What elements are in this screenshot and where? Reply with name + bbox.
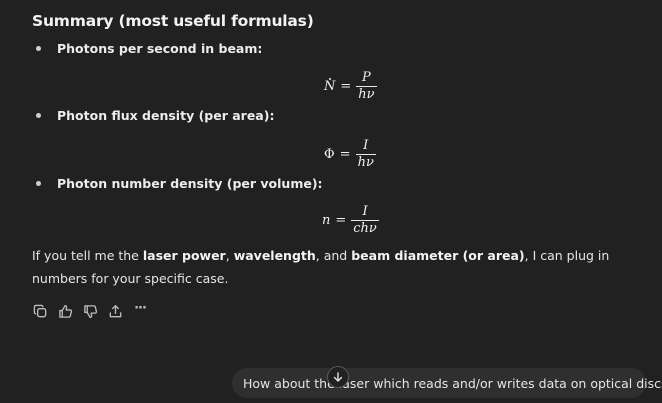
formula-equals: = [340, 78, 352, 94]
bullet-number-density: Photon number density (per volume): [36, 176, 323, 191]
thumbs-down-button[interactable] [81, 302, 99, 320]
thumbs-up-button[interactable] [56, 302, 74, 320]
fraction: I chν [351, 204, 379, 236]
fraction-numerator: I [363, 138, 369, 153]
formula-number-density: n = I chν [322, 204, 379, 236]
followup-paragraph: If you tell me the laser power, waveleng… [32, 244, 642, 290]
share-icon [109, 304, 121, 317]
followup-bold-wavelength: wavelength [233, 248, 316, 263]
chat-response: Summary (most useful formulas) Photons p… [0, 0, 662, 403]
message-actions: ··· [31, 300, 149, 320]
thumbs-down-icon [83, 304, 97, 318]
suggestion-chip[interactable]: How about the laser which reads and/or w… [232, 368, 662, 398]
formula-equals: = [339, 146, 351, 162]
fraction: P hν [356, 70, 377, 102]
bullet-label: Photon number density (per volume): [57, 176, 323, 191]
more-icon: ··· [134, 300, 147, 316]
arrow-down-icon [333, 372, 343, 382]
bullet-dot [36, 113, 41, 118]
formula-lhs: N [324, 78, 336, 94]
bullet-label: Photon flux density (per area): [57, 108, 275, 123]
fraction-denominator: hν [357, 155, 374, 170]
formula-lhs: Φ [324, 146, 335, 162]
formula-flux-density: Φ = I hν [324, 138, 376, 170]
copy-button[interactable] [31, 302, 49, 320]
bullet-dot [36, 181, 41, 186]
followup-bold-diameter: beam diameter (or area) [351, 248, 525, 263]
bullet-photons-per-second: Photons per second in beam: [36, 41, 262, 56]
bullet-label: Photons per second in beam: [57, 41, 263, 56]
formula-lhs: n [322, 212, 331, 228]
scroll-to-bottom-button[interactable] [327, 366, 349, 388]
thumbs-up-icon [58, 304, 72, 318]
formula-equals: = [335, 212, 347, 228]
more-button[interactable]: ··· [131, 300, 149, 320]
summary-heading: Summary (most useful formulas) [32, 12, 314, 30]
fraction: I hν [355, 138, 376, 170]
followup-text: , and [315, 248, 352, 263]
copy-icon [33, 304, 46, 317]
fraction-denominator: hν [358, 87, 375, 102]
fraction-numerator: P [362, 70, 371, 85]
fraction-numerator: I [362, 204, 368, 219]
bullet-flux-density: Photon flux density (per area): [36, 108, 274, 123]
share-button[interactable] [106, 302, 124, 320]
formula-photon-rate: N = P hν [324, 70, 377, 102]
fraction-denominator: chν [353, 221, 377, 236]
suggestion-text: How about the laser which reads and/or w… [243, 375, 662, 391]
followup-text: If you tell me the [32, 248, 143, 263]
followup-bold-power: laser power [142, 248, 226, 263]
followup-text: , [225, 248, 234, 263]
bullet-dot [36, 46, 41, 51]
